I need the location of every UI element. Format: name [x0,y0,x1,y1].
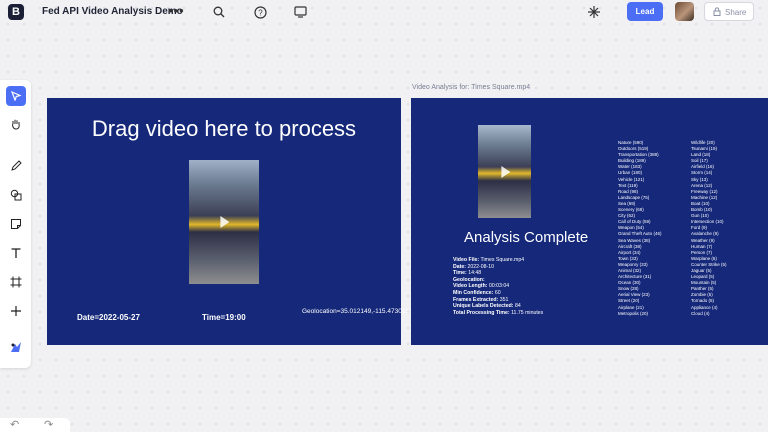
present-icon[interactable] [291,3,309,21]
search-icon[interactable] [210,3,228,21]
text-tool-icon[interactable] [6,243,26,263]
detail-row: Video File: Times Square.mp4 [453,257,525,263]
detail-row: Total Processing Time: 11.75 minutes [453,309,544,316]
slide-drag-video[interactable]: Drag video here to process Date=2022-05-… [47,98,409,345]
add-tool-icon[interactable] [6,301,26,321]
share-button[interactable]: Share [704,2,754,21]
detail-row: Geolocation: [453,276,485,283]
labels-column-2: Wildlife (20) Tsunami (19) Land (18) Soil (… [691,140,727,317]
detail-row: Video Length: 00:03:04 [453,283,510,290]
analysis-title: Analysis Complete [464,229,589,246]
play-icon[interactable] [220,216,230,228]
select-tool-icon[interactable] [6,86,26,106]
hand-tool-icon[interactable] [6,114,26,134]
more-options-icon[interactable]: ••• [168,3,185,18]
svg-text:?: ? [258,8,263,17]
lead-button[interactable]: Lead [627,2,663,21]
apps-tool-icon[interactable] [6,337,26,357]
sticky-note-tool-icon[interactable] [6,214,26,234]
date-text: Date=2022-05-27 [77,313,140,322]
redo-icon[interactable]: ↷ [44,418,53,431]
left-toolbar [0,80,31,368]
detail-row: Date: 2022-08-10 [453,263,494,270]
detail-row: Time: 14:48 [453,270,482,277]
sparkle-icon[interactable] [585,3,603,21]
play-icon[interactable] [500,165,510,178]
video-details: Video File: Times Square.mp4 Date: 2022-… [453,257,603,316]
shapes-tool-icon[interactable] [6,185,26,205]
detail-row: Unique Labels Detected: 84 [453,303,521,310]
label-item: Grand Theft Auto (46) [618,231,662,237]
undo-icon[interactable]: ↶ [10,418,19,431]
help-icon[interactable]: ? [251,3,269,21]
video-thumbnail[interactable] [189,160,259,284]
label-item: Cloud (4) [691,310,710,316]
detail-row: Min Confidence: 60 [453,289,501,296]
board-title[interactable]: Fed API Video Analysis Demo [42,6,183,17]
geolocation-text: Geolocation=35.012149,-115.473011 [302,308,409,315]
lock-icon [713,7,721,16]
time-text: Time=19:00 [202,313,246,322]
video-thumbnail[interactable] [478,125,531,218]
labels-column-1: Nature (590) Outdoors (519) Transportation… [618,140,661,317]
slide-analysis-complete[interactable]: Analysis Complete Video File: Times Squa… [411,98,768,345]
pen-tool-icon[interactable] [6,156,26,176]
app-logo[interactable]: B [8,4,24,20]
undo-redo-bar: ↶ ↷ [0,418,70,432]
label-item: Metropolis (20) [618,310,649,316]
share-label: Share [725,8,747,17]
detail-row: Frames Extracted: 351 [453,296,509,303]
frame-tool-icon[interactable] [6,272,26,292]
frame-label[interactable]: Video Analysis for: Times Square.mp4 [412,84,530,91]
top-bar: B Fed API Video Analysis Demo ••• ? Lead… [0,0,768,25]
slide-title: Drag video here to process [91,116,357,141]
avatar[interactable] [675,2,694,21]
